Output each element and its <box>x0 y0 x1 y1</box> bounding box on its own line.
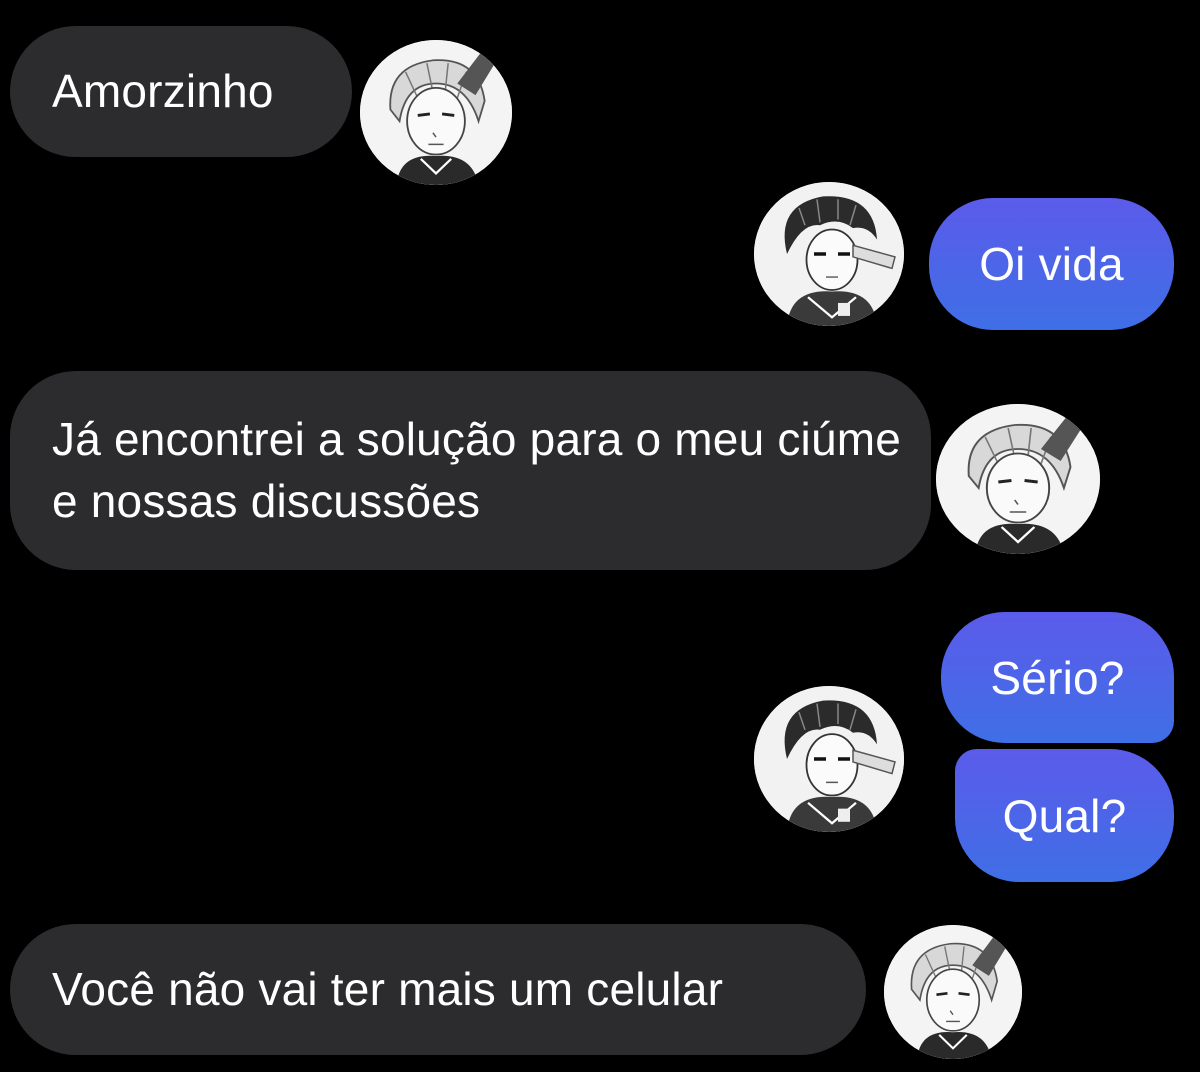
message-bubble-incoming[interactable]: Você não vai ter mais um celular <box>10 924 866 1055</box>
message-bubble-incoming[interactable]: Amorzinho <box>10 26 352 157</box>
dark-haired-manga-character-icon[interactable] <box>754 182 904 326</box>
dark-haired-manga-character-icon[interactable] <box>754 686 904 832</box>
message-bubble-outgoing[interactable]: Oi vida <box>929 198 1174 330</box>
message-bubble-outgoing[interactable]: Qual? <box>955 749 1174 882</box>
blonde-manga-character-icon[interactable] <box>936 404 1100 554</box>
message-bubble-outgoing[interactable]: Sério? <box>941 612 1174 743</box>
blonde-manga-character-icon[interactable] <box>360 40 512 185</box>
blonde-manga-character-icon[interactable] <box>884 925 1022 1059</box>
message-bubble-incoming[interactable]: Já encontrei a solução para o meu ciúme … <box>10 371 931 570</box>
